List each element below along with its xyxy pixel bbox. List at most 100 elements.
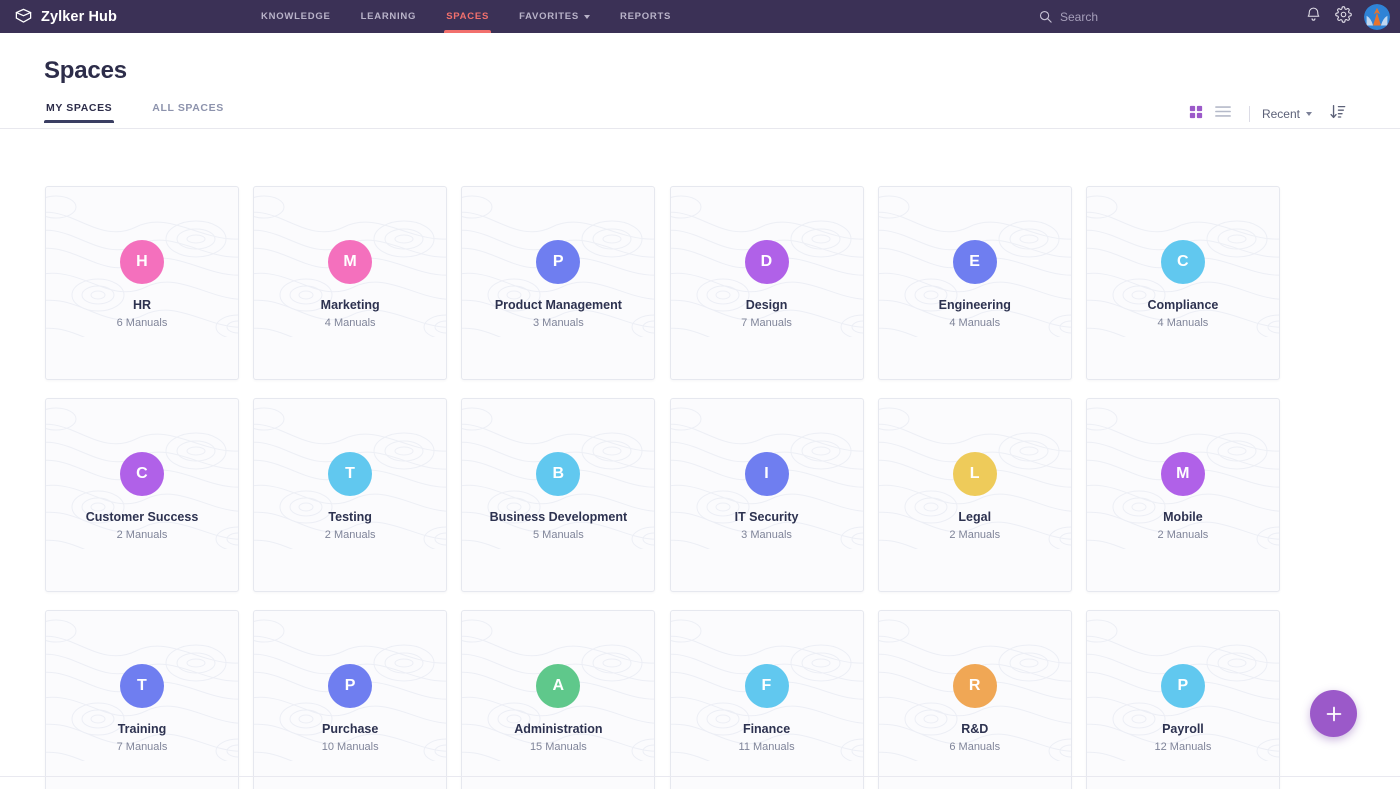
settings-button[interactable]	[1328, 0, 1358, 33]
space-name: Compliance	[1147, 298, 1219, 312]
space-manual-count: 4 Manuals	[949, 317, 1001, 329]
space-manual-count: 2 Manuals	[324, 529, 376, 541]
cube-logo-icon	[14, 7, 33, 26]
nav-label: FAVORITES	[519, 11, 579, 22]
space-card-content: T Training 7 Manuals	[46, 664, 238, 753]
space-card-content: C Customer Success 2 Manuals	[46, 452, 238, 541]
space-card-content: F Finance 11 Manuals	[671, 664, 863, 753]
space-card[interactable]: P Payroll 12 Manuals	[1085, 610, 1280, 789]
nav-item-knowledge[interactable]: KNOWLEDGE	[246, 0, 346, 33]
space-name: Training	[117, 722, 167, 736]
space-name: Testing	[328, 510, 372, 524]
space-avatar: H	[120, 240, 164, 284]
space-card[interactable]: F Finance 11 Manuals	[669, 610, 864, 789]
view-toolbar: Recent	[1183, 100, 1352, 128]
nav-item-favorites[interactable]: FAVORITES	[504, 0, 605, 33]
list-view-button[interactable]	[1209, 101, 1237, 127]
space-card[interactable]: I IT Security 3 Manuals	[669, 398, 864, 592]
space-manual-count: 2 Manuals	[116, 529, 168, 541]
space-card[interactable]: P Product Management 3 Manuals	[461, 186, 656, 380]
tab-label: MY SPACES	[46, 102, 113, 114]
space-card-content: T Testing 2 Manuals	[254, 452, 446, 541]
space-manual-count: 7 Manuals	[116, 741, 168, 753]
space-name: Product Management	[494, 298, 622, 312]
space-card[interactable]: E Engineering 4 Manuals	[877, 186, 1072, 380]
space-card[interactable]: H HR 6 Manuals	[45, 186, 239, 380]
spaces-subtab-bar: MY SPACES ALL SPACES Recent	[0, 102, 1400, 129]
space-card[interactable]: L Legal 2 Manuals	[877, 398, 1072, 592]
space-manual-count: 4 Manuals	[1157, 317, 1209, 329]
top-navigation-bar: Zylker Hub KNOWLEDGE LEARNING SPACES FAV…	[0, 0, 1400, 33]
space-card-content: P Product Management 3 Manuals	[462, 240, 654, 329]
brand-name: Zylker Hub	[41, 8, 117, 25]
sort-dropdown-label: Recent	[1261, 107, 1300, 121]
user-avatar[interactable]	[1364, 3, 1390, 30]
space-avatar: M	[328, 240, 373, 284]
space-card[interactable]: M Marketing 4 Manuals	[253, 186, 448, 380]
space-card[interactable]: M Mobile 2 Manuals	[1085, 398, 1280, 592]
space-card-content: H HR 6 Manuals	[46, 240, 238, 329]
tab-label: ALL SPACES	[152, 102, 224, 114]
sort-direction-button[interactable]	[1324, 100, 1352, 128]
notifications-button[interactable]	[1298, 0, 1328, 33]
header-actions	[1038, 0, 1390, 33]
space-manual-count: 3 Manuals	[741, 529, 792, 541]
nav-item-spaces[interactable]: SPACES	[431, 0, 504, 33]
sort-dropdown[interactable]: Recent	[1262, 107, 1312, 121]
space-card[interactable]: A Administration 15 Manuals	[461, 610, 656, 789]
spaces-grid: H HR 6 Manuals M Marketing 4 Manuals P Product …	[45, 186, 1280, 789]
space-name: Administration	[514, 722, 603, 736]
tab-all-spaces[interactable]: ALL SPACES	[150, 102, 226, 122]
space-card[interactable]: B Business Development 5 Manuals	[461, 398, 656, 592]
space-name: IT Security	[734, 510, 799, 524]
space-manual-count: 3 Manuals	[532, 317, 584, 329]
space-card[interactable]: P Purchase 10 Manuals	[253, 610, 448, 789]
space-name: Mobile	[1163, 510, 1203, 524]
space-avatar: B	[536, 452, 581, 496]
space-card-content: R R&D 6 Manuals	[879, 664, 1071, 753]
grid-view-button[interactable]	[1183, 101, 1209, 128]
space-avatar: D	[744, 240, 789, 284]
nav-label: SPACES	[446, 11, 490, 22]
brand-logo[interactable]: Zylker Hub	[14, 7, 117, 26]
space-name: Customer Success	[85, 510, 199, 524]
space-card[interactable]: T Training 7 Manuals	[45, 610, 239, 789]
space-avatar: A	[536, 664, 581, 708]
space-name: Marketing	[320, 298, 380, 312]
nav-item-reports[interactable]: REPORTS	[605, 0, 686, 33]
search-icon	[1038, 9, 1053, 24]
search-box[interactable]	[1038, 9, 1170, 24]
space-card[interactable]: C Compliance 4 Manuals	[1085, 186, 1280, 380]
space-card-content: B Business Development 5 Manuals	[462, 452, 654, 541]
space-manual-count: 10 Manuals	[321, 741, 379, 753]
space-card-content: P Payroll 12 Manuals	[1087, 664, 1279, 753]
space-name: Legal	[958, 510, 992, 524]
footer-divider	[0, 776, 1400, 777]
space-manual-count: 15 Manuals	[529, 741, 587, 753]
bell-icon	[1305, 6, 1322, 28]
space-name: HR	[132, 298, 152, 312]
nav-label: REPORTS	[619, 11, 672, 22]
space-name: Purchase	[322, 722, 379, 736]
space-card[interactable]: R R&D 6 Manuals	[877, 610, 1072, 789]
nav-item-learning[interactable]: LEARNING	[346, 0, 432, 33]
sort-descending-icon	[1330, 104, 1346, 124]
page-body: Spaces MY SPACES ALL SPACES Recent H HR …	[0, 33, 1400, 789]
space-card-content: P Purchase 10 Manuals	[254, 664, 446, 753]
space-card[interactable]: T Testing 2 Manuals	[253, 398, 448, 592]
add-space-button[interactable]	[1310, 690, 1357, 737]
space-manual-count: 2 Manuals	[949, 529, 1001, 541]
space-card[interactable]: C Customer Success 2 Manuals	[45, 398, 239, 592]
space-card-content: E Engineering 4 Manuals	[879, 240, 1071, 329]
space-avatar: C	[120, 452, 164, 496]
search-input[interactable]	[1060, 9, 1170, 24]
space-name: R&D	[961, 722, 989, 736]
space-card[interactable]: D Design 7 Manuals	[669, 186, 864, 380]
grid-view-icon	[1189, 105, 1203, 124]
space-card-content: I IT Security 3 Manuals	[671, 452, 863, 541]
space-avatar: T	[120, 664, 164, 708]
space-avatar: I	[744, 452, 789, 496]
tab-my-spaces[interactable]: MY SPACES	[44, 102, 115, 123]
primary-nav: KNOWLEDGE LEARNING SPACES FAVORITES REPO…	[246, 0, 686, 33]
space-manual-count: 6 Manuals	[116, 317, 168, 329]
